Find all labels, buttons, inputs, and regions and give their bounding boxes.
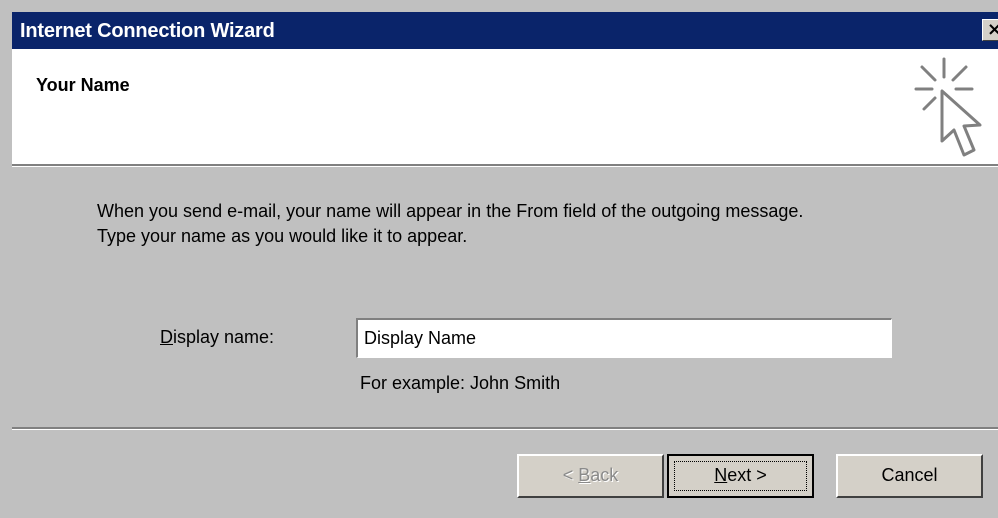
close-button[interactable]: × [982,19,998,41]
wizard-header: Your Name [12,49,998,164]
close-icon: × [987,19,998,40]
wizard-cursor-sparkle-icon [914,57,982,157]
page-title: Your Name [36,75,130,95]
description-line-1: When you send e-mail, your name will app… [97,201,804,221]
example-text: For example: John Smith [360,373,561,393]
header-separator [12,164,998,167]
window-title: Internet Connection Wizard [20,20,275,42]
cancel-button[interactable]: Cancel [836,454,983,498]
description-line-2: Type your name as you would like it to a… [97,226,468,246]
display-name-label-text: isplay name: [173,327,275,347]
display-name-mnemonic: D [160,327,173,347]
display-name-input[interactable] [356,318,892,358]
description-text: When you send e-mail, your name will app… [97,199,977,249]
footer-separator [12,427,998,430]
next-button[interactable]: Next > [667,454,814,498]
title-bar[interactable]: Internet Connection Wizard × [12,12,998,49]
display-name-label: Display name: [160,327,274,348]
back-button[interactable]: < Back [517,454,664,498]
